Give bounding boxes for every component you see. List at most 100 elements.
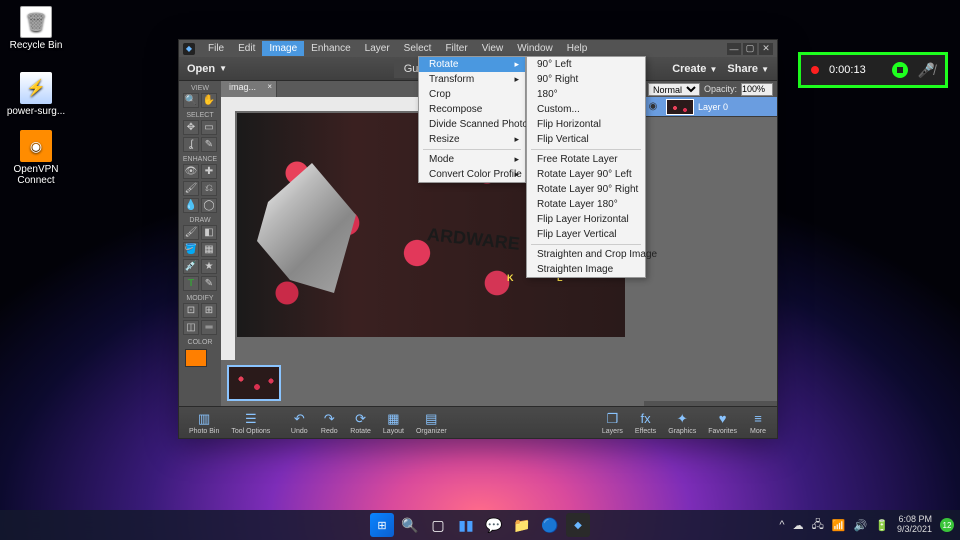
brush-tool[interactable]: 🖌 — [183, 225, 199, 240]
menu-item-crop[interactable]: Crop — [419, 87, 525, 102]
menu-item-rotate[interactable]: Rotate — [419, 57, 525, 72]
undo-button[interactable]: ↶Undo — [284, 411, 314, 435]
menu-item-recompose[interactable]: Recompose — [419, 102, 525, 117]
start-button[interactable]: ⊞ — [370, 513, 394, 537]
menu-item-rotate-layer-90-left[interactable]: Rotate Layer 90° Left — [527, 167, 645, 182]
move-tool[interactable]: ✥ — [183, 120, 199, 135]
effects-button[interactable]: fxEffects — [629, 411, 662, 435]
menu-item-90-right[interactable]: 90° Right — [527, 72, 645, 87]
favorites-button[interactable]: ♥Favorites — [702, 411, 743, 435]
menu-item-straighten-and-crop-image[interactable]: Straighten and Crop Image — [527, 247, 645, 262]
photo-bin-button[interactable]: ▥Photo Bin — [183, 411, 225, 435]
opacity-input[interactable] — [741, 83, 773, 96]
blur-tool[interactable]: 💧 — [183, 198, 199, 213]
widgets-button[interactable]: ▮▮ — [454, 513, 478, 537]
mic-muted-icon[interactable]: 🎤̸ — [918, 62, 935, 79]
chat-button[interactable]: 💬 — [482, 513, 506, 537]
blend-mode-select[interactable]: Normal — [648, 83, 700, 96]
menu-help[interactable]: Help — [560, 41, 595, 56]
menu-edit[interactable]: Edit — [231, 41, 262, 56]
menu-item-divide-scanned-photos[interactable]: Divide Scanned Photos — [419, 117, 525, 132]
create-button[interactable]: Create — [672, 63, 706, 75]
desktop-recycle-bin[interactable]: 🗑 Recycle Bin — [6, 6, 66, 51]
hand-tool[interactable]: ✋ — [201, 93, 217, 108]
eraser-tool[interactable]: ◧ — [201, 225, 217, 240]
menu-filter[interactable]: Filter — [438, 41, 474, 56]
rotate-button[interactable]: ⟳Rotate — [344, 411, 377, 435]
document-tab[interactable]: imag...× — [221, 81, 277, 97]
stop-record-button[interactable] — [892, 62, 908, 78]
recompose-tool[interactable]: ⊞ — [201, 303, 217, 318]
chrome-button[interactable]: 🔵 — [538, 513, 562, 537]
more-button[interactable]: ≡More — [743, 411, 773, 435]
chevron-up-icon[interactable]: ^ — [779, 519, 784, 531]
menu-item-rotate-layer-90-right[interactable]: Rotate Layer 90° Right — [527, 182, 645, 197]
pse-button[interactable]: ◆ — [566, 513, 590, 537]
menu-item-rotate-layer-180-[interactable]: Rotate Layer 180° — [527, 197, 645, 212]
sponge-tool[interactable]: ◯ — [201, 198, 217, 213]
lasso-tool[interactable]: ʆ — [183, 137, 199, 152]
menu-item-90-left[interactable]: 90° Left — [527, 57, 645, 72]
menu-item-mode[interactable]: Mode — [419, 152, 525, 167]
open-button[interactable]: Open — [187, 63, 215, 75]
smart-brush-tool[interactable]: 🖌 — [183, 181, 199, 196]
spot-heal-tool[interactable]: ✚ — [201, 164, 217, 179]
clock[interactable]: 6:08 PM 9/3/2021 — [897, 515, 932, 535]
pencil-tool[interactable]: ✎ — [201, 276, 217, 291]
menu-item-resize[interactable]: Resize — [419, 132, 525, 147]
menu-item-180-[interactable]: 180° — [527, 87, 645, 102]
straighten-tool[interactable]: ═ — [201, 320, 217, 335]
share-button[interactable]: Share — [727, 63, 758, 75]
menu-select[interactable]: Select — [397, 41, 439, 56]
close-tab-icon[interactable]: × — [267, 82, 272, 91]
wifi-icon[interactable]: 📶 — [832, 519, 846, 532]
shape-tool[interactable]: ★ — [201, 259, 217, 274]
clone-tool[interactable]: ⎌ — [201, 181, 217, 196]
visibility-toggle-icon[interactable]: ◉ — [644, 101, 662, 112]
menu-item-flip-horizontal[interactable]: Flip Horizontal — [527, 117, 645, 132]
quickselect-tool[interactable]: ✎ — [201, 137, 217, 152]
desktop-power-surge[interactable]: ⚡ power-surg... — [6, 72, 66, 117]
crop-tool[interactable]: ⊡ — [183, 303, 199, 318]
paint-bucket-tool[interactable]: 🪣 — [183, 242, 199, 257]
menu-file[interactable]: File — [201, 41, 231, 56]
taskview-button[interactable]: ▢ — [426, 513, 450, 537]
layer-row[interactable]: ◉ Layer 0 — [644, 97, 777, 117]
explorer-button[interactable]: 📁 — [510, 513, 534, 537]
color-swatch[interactable] — [185, 349, 207, 367]
menu-item-flip-vertical[interactable]: Flip Vertical — [527, 132, 645, 147]
layers-button[interactable]: ❒Layers — [596, 411, 629, 435]
redo-button[interactable]: ↷Redo — [314, 411, 344, 435]
close-button[interactable]: ✕ — [759, 43, 773, 55]
content-aware-tool[interactable]: ◫ — [183, 320, 199, 335]
layout-button[interactable]: ▦Layout — [377, 411, 410, 435]
menu-item-convert-color-profile[interactable]: Convert Color Profile — [419, 167, 525, 182]
menu-item-free-rotate-layer[interactable]: Free Rotate Layer — [527, 152, 645, 167]
marquee-tool[interactable]: ▭ — [201, 120, 217, 135]
menu-item-straighten-image[interactable]: Straighten Image — [527, 262, 645, 277]
maximize-button[interactable]: ▢ — [743, 43, 757, 55]
menu-item-custom-[interactable]: Custom... — [527, 102, 645, 117]
menu-item-flip-layer-vertical[interactable]: Flip Layer Vertical — [527, 227, 645, 242]
network-icon[interactable]: 🖧 — [812, 516, 824, 535]
volume-icon[interactable]: 🔊 — [854, 519, 868, 532]
menu-window[interactable]: Window — [510, 41, 560, 56]
tool-options-button[interactable]: ☰Tool Options — [225, 411, 276, 435]
eyedropper-tool[interactable]: 💉 — [183, 259, 199, 274]
gradient-tool[interactable]: ▦ — [201, 242, 217, 257]
onedrive-icon[interactable]: ☁ — [793, 519, 804, 532]
redeye-tool[interactable]: 👁 — [183, 164, 199, 179]
graphics-button[interactable]: ✦Graphics — [662, 411, 702, 435]
menu-image[interactable]: Image — [262, 41, 304, 56]
minimize-button[interactable]: — — [727, 43, 741, 55]
battery-icon[interactable]: 🔋 — [875, 519, 889, 532]
menu-item-transform[interactable]: Transform — [419, 72, 525, 87]
search-button[interactable]: 🔍 — [398, 513, 422, 537]
menu-view[interactable]: View — [475, 41, 511, 56]
desktop-openvpn[interactable]: ◉ OpenVPN Connect — [6, 130, 66, 186]
zoom-tool[interactable]: 🔍 — [183, 93, 199, 108]
menu-layer[interactable]: Layer — [358, 41, 397, 56]
notification-badge[interactable]: 12 — [940, 518, 954, 532]
type-tool[interactable]: T — [183, 276, 199, 291]
organizer-button[interactable]: ▤Organizer — [410, 411, 453, 435]
